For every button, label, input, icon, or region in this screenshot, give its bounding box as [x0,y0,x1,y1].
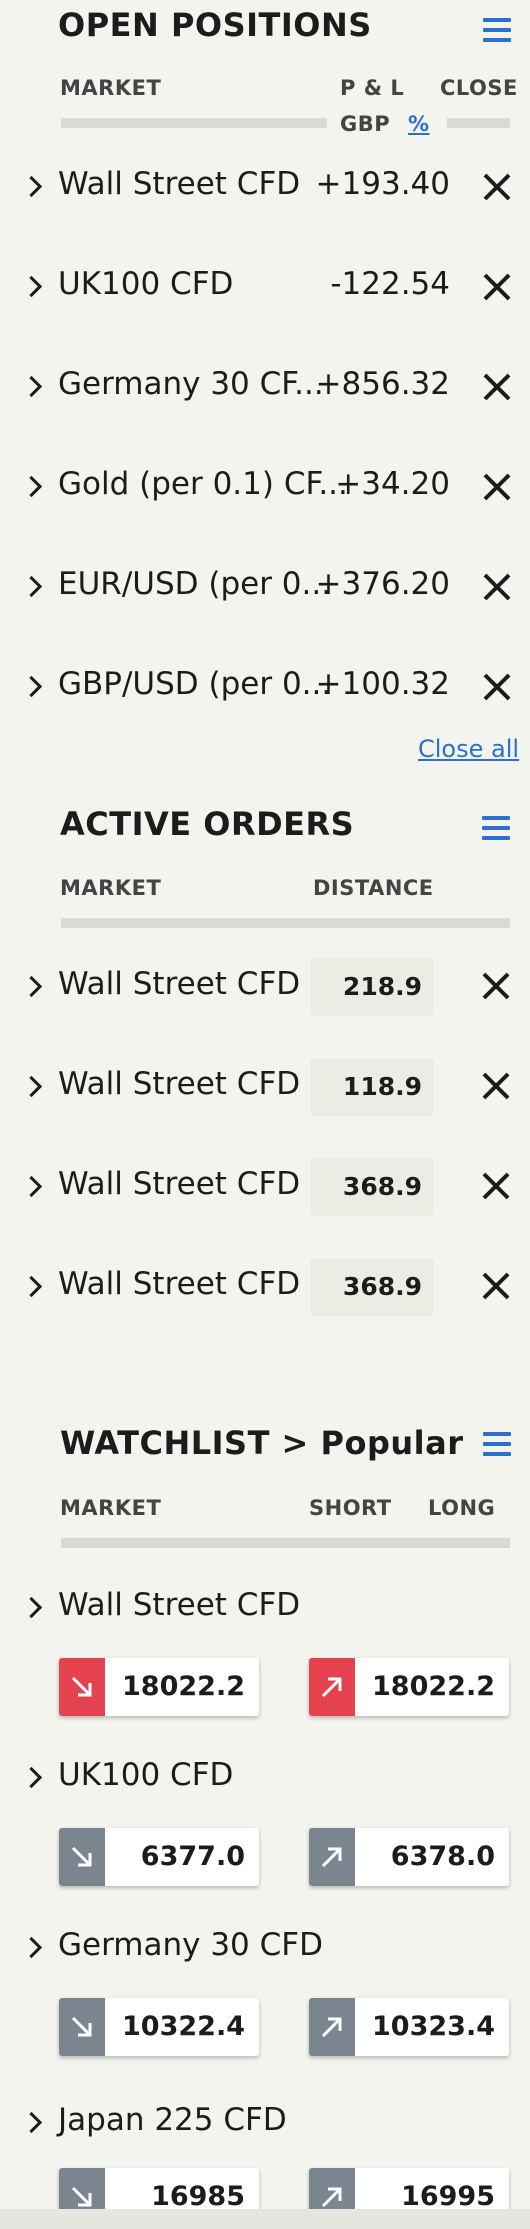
chevron-right-icon[interactable] [20,575,43,598]
sell-arrow-box [59,1998,105,2056]
divider-bar [61,918,510,928]
sell-price: 10322.4 [122,2011,245,2042]
buy-arrow-box [309,1658,355,1716]
active-orders-title: ACTIVE ORDERS [60,805,355,843]
sell-price: 18022.2 [122,1671,245,1702]
close-position-icon[interactable] [482,672,512,702]
position-market: UK100 CFD [58,266,234,302]
close-position-icon[interactable] [482,172,512,202]
watchlist-market: Germany 30 CFD [58,1927,323,1963]
chevron-right-icon[interactable] [20,2111,43,2134]
chevron-right-icon[interactable] [20,675,43,698]
col-short: SHORT [309,1496,392,1520]
cancel-order-icon[interactable] [481,1271,511,1301]
chevron-right-icon[interactable] [20,975,43,998]
chevron-right-icon[interactable] [20,475,43,498]
close-position-icon[interactable] [482,572,512,602]
sell-price: 6377.0 [140,1841,245,1872]
col-pl: P & L [340,76,405,100]
unit-gbp[interactable]: GBP [340,112,390,136]
position-pl: -122.54 [330,266,450,302]
position-market: EUR/USD (per 0... [58,566,332,602]
trading-page: OPEN POSITIONS MARKET P & L CLOSE GBP % … [0,0,530,2229]
chevron-right-icon[interactable] [20,1075,43,1098]
col-distance: DISTANCE [313,876,434,900]
buy-price: 10323.4 [372,2011,495,2042]
order-market: Wall Street CFD [58,966,301,1002]
watchlist-title[interactable]: WATCHLIST > Popular [60,1424,463,1462]
chevron-right-icon[interactable] [20,1766,43,1789]
buy-arrow-box [309,1828,355,1886]
col-market: MARKET [60,76,162,100]
arrow-up-right-icon [321,1847,342,1868]
watchlist-menu-icon[interactable] [483,1432,511,1456]
close-position-icon[interactable] [482,372,512,402]
divider-bar [61,118,327,128]
buy-button[interactable]: 10323.4 [309,1998,509,2056]
chevron-right-icon[interactable] [20,1936,43,1959]
order-market: Wall Street CFD [58,1066,301,1102]
buy-button[interactable]: 6378.0 [309,1828,509,1886]
arrow-down-right-icon [71,1676,92,1697]
arrow-up-right-icon [321,2017,342,2038]
position-pl: +376.20 [315,566,450,602]
order-distance: 118.9 [310,1058,434,1116]
position-market: GBP/USD (per 0... [58,666,332,702]
position-pl: +856.32 [315,366,450,402]
position-market: Wall Street CFD [58,166,301,202]
active-orders-menu-icon[interactable] [482,816,510,840]
chevron-right-icon[interactable] [20,1275,43,1298]
col-long: LONG [428,1496,496,1520]
order-distance: 368.9 [310,1158,434,1216]
position-market: Gold (per 0.1) CF... [58,466,348,502]
col-close: CLOSE [440,76,518,100]
position-pl: +100.32 [315,666,450,702]
chevron-right-icon[interactable] [20,375,43,398]
close-position-icon[interactable] [482,272,512,302]
unit-percent-link[interactable]: % [408,112,430,136]
arrow-down-right-icon [71,1846,92,1867]
sell-button[interactable]: 10322.4 [59,1998,259,2056]
arrow-down-right-icon [71,2186,92,2207]
sell-arrow-box [59,1658,105,1716]
close-position-icon[interactable] [482,472,512,502]
col-market: MARKET [60,1496,162,1520]
buy-price: 6378.0 [390,1841,495,1872]
arrow-down-right-icon [71,2016,92,2037]
sell-arrow-box [59,1828,105,1886]
sell-button[interactable]: 6377.0 [59,1828,259,1886]
arrow-up-right-icon [321,1677,342,1698]
watchlist-market: Wall Street CFD [58,1587,301,1623]
cancel-order-icon[interactable] [481,971,511,1001]
position-pl: +193.40 [315,166,450,202]
open-positions-menu-icon[interactable] [483,18,511,42]
buy-price: 18022.2 [372,1671,495,1702]
chevron-right-icon[interactable] [20,1596,43,1619]
sell-button[interactable]: 18022.2 [59,1658,259,1716]
buy-button[interactable]: 18022.2 [309,1658,509,1716]
chevron-right-icon[interactable] [20,175,43,198]
close-all-link[interactable]: Close all [418,735,519,763]
order-market: Wall Street CFD [58,1166,301,1202]
arrow-up-right-icon [321,2187,342,2208]
order-distance: 218.9 [310,958,434,1016]
bottom-bar [0,2209,530,2229]
divider-bar [61,1538,510,1548]
position-market: Germany 30 CF... [58,366,324,402]
watchlist-market: UK100 CFD [58,1757,234,1793]
chevron-right-icon[interactable] [20,1175,43,1198]
cancel-order-icon[interactable] [481,1071,511,1101]
order-market: Wall Street CFD [58,1266,301,1302]
col-market: MARKET [60,876,162,900]
buy-arrow-box [309,1998,355,2056]
chevron-right-icon[interactable] [20,275,43,298]
watchlist-market: Japan 225 CFD [58,2102,287,2138]
cancel-order-icon[interactable] [481,1171,511,1201]
order-distance: 368.9 [310,1258,434,1316]
open-positions-title: OPEN POSITIONS [58,6,372,44]
divider-bar [447,118,510,128]
position-pl: +34.20 [335,466,450,502]
